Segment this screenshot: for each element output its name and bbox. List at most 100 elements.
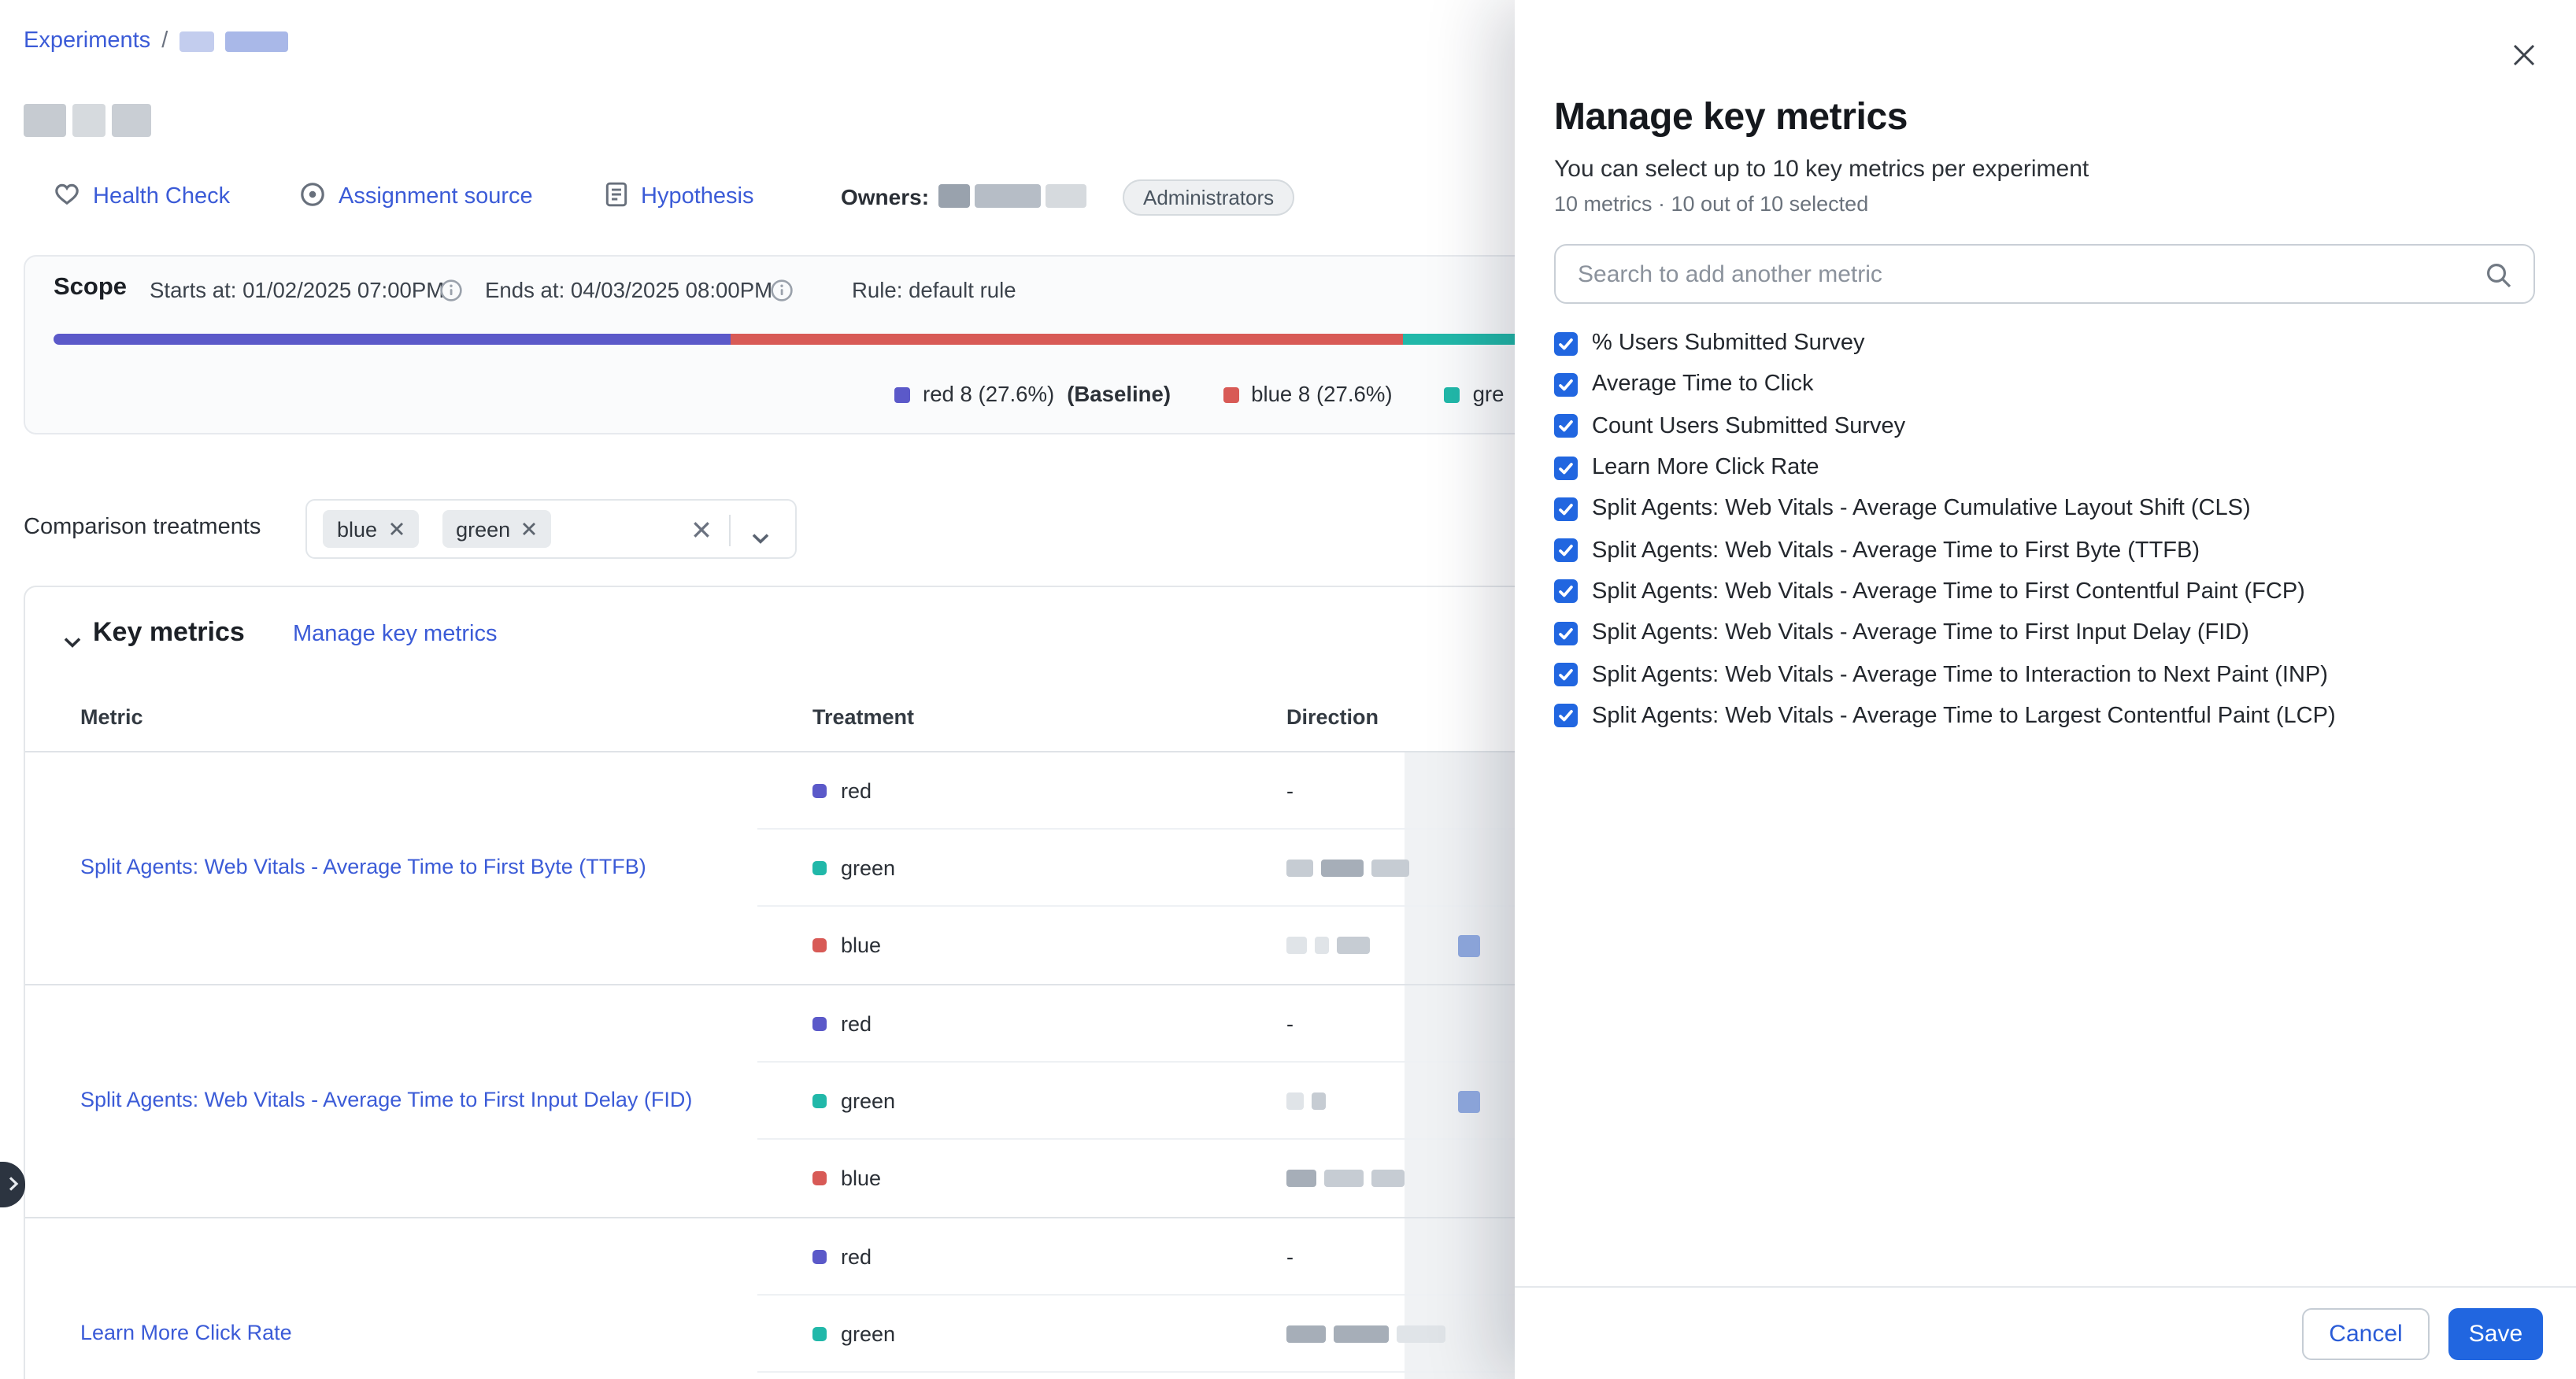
metric-option[interactable]: Split Agents: Web Vitals - Average Time … — [1554, 612, 2530, 654]
metric-option[interactable]: Split Agents: Web Vitals - Average Cumul… — [1554, 488, 2530, 530]
checkbox-checked-icon[interactable] — [1554, 704, 1578, 728]
close-icon[interactable] — [2510, 41, 2538, 69]
checkbox-checked-icon[interactable] — [1554, 663, 1578, 686]
treatment-color-dot — [812, 1326, 827, 1340]
legend-label: red 8 (27.6%) — [923, 383, 1054, 406]
metric-option-label: Split Agents: Web Vitals - Average Time … — [1592, 538, 2200, 563]
redacted-breadcrumb-text — [179, 31, 213, 51]
legend-item: blue 8 (27.6%) — [1223, 383, 1392, 406]
metric-checkbox-list: % Users Submitted Survey Average Time to… — [1554, 323, 2530, 737]
document-icon — [605, 180, 628, 213]
breadcrumb-experiments-link[interactable]: Experiments — [24, 28, 150, 54]
metric-option[interactable]: Count Users Submitted Survey — [1554, 405, 2530, 447]
metric-option-label: Average Time to Click — [1592, 372, 1814, 397]
key-metrics-title: Key metrics — [93, 617, 245, 649]
save-button[interactable]: Save — [2448, 1307, 2543, 1359]
bar-segment-red — [54, 334, 731, 345]
treatment-label: green — [841, 1089, 895, 1112]
checkbox-checked-icon[interactable] — [1554, 538, 1578, 562]
metric-option[interactable]: Split Agents: Web Vitals - Average Time … — [1554, 695, 2530, 737]
hypothesis-link[interactable]: Hypothesis — [605, 176, 753, 217]
drawer-subtitle: You can select up to 10 key metrics per … — [1554, 156, 2089, 183]
manage-key-metrics-link[interactable]: Manage key metrics — [293, 622, 498, 647]
select-divider — [729, 515, 731, 546]
checkbox-checked-icon[interactable] — [1554, 580, 1578, 604]
metrics-count-status: 10 metrics · 10 out of 10 selected — [1554, 192, 1868, 216]
treatment-label: green — [841, 856, 895, 879]
checkbox-checked-icon[interactable] — [1554, 414, 1578, 438]
metric-option-label: Split Agents: Web Vitals - Average Cumul… — [1592, 497, 2251, 522]
health-check-link[interactable]: Health Check — [54, 176, 230, 217]
legend-label: blue 8 (27.6%) — [1251, 383, 1392, 406]
scope-ends-at: Ends at: 04/03/2025 08:00PM — [485, 279, 772, 302]
redacted-page-title — [24, 104, 151, 137]
experiment-nav-row: Health Check Assignment source Hypothesi… — [0, 176, 1512, 217]
comparison-treatments-select[interactable]: blue green — [305, 499, 797, 559]
metric-option[interactable]: Split Agents: Web Vitals - Average Time … — [1554, 654, 2530, 696]
metric-option[interactable]: Split Agents: Web Vitals - Average Time … — [1554, 530, 2530, 571]
metric-link[interactable]: Learn More Click Rate — [80, 1319, 292, 1349]
hypothesis-label: Hypothesis — [641, 184, 753, 209]
assignment-source-link[interactable]: Assignment source — [299, 176, 533, 217]
checkbox-checked-icon[interactable] — [1554, 456, 1578, 479]
direction-value: - — [1286, 778, 1294, 802]
owners-label: Owners: — [841, 184, 929, 209]
clear-all-icon[interactable] — [691, 519, 712, 548]
metric-option-label: Learn More Click Rate — [1592, 455, 1819, 480]
collapse-chevron-icon[interactable] — [63, 628, 82, 656]
chip-remove-icon[interactable] — [521, 517, 537, 541]
legend-swatch — [1445, 386, 1460, 402]
sidebar-expand-tab[interactable] — [0, 1162, 25, 1207]
screen: Experiments / Health Check Assignment so… — [0, 0, 2576, 1379]
heart-icon — [54, 181, 80, 213]
chip-remove-icon[interactable] — [388, 517, 404, 541]
checkbox-checked-icon[interactable] — [1554, 497, 1578, 521]
info-icon[interactable] — [770, 279, 794, 302]
legend-item: gre — [1445, 383, 1505, 406]
metric-link[interactable]: Split Agents: Web Vitals - Average Time … — [80, 1086, 692, 1116]
treatment-label: red — [841, 778, 872, 802]
metric-option-label: Split Agents: Web Vitals - Average Time … — [1592, 620, 2249, 645]
treatment-color-dot — [812, 938, 827, 952]
metric-option[interactable]: Split Agents: Web Vitals - Average Time … — [1554, 571, 2530, 613]
info-icon[interactable] — [439, 279, 463, 302]
treatment-label: red — [841, 1011, 872, 1035]
treatment-color-dot — [812, 1093, 827, 1107]
legend-swatch — [1223, 386, 1238, 402]
treatment-color-dot — [812, 860, 827, 874]
breadcrumb: Experiments / — [24, 28, 287, 54]
treatment-color-dot — [812, 1171, 827, 1185]
checkbox-checked-icon[interactable] — [1554, 331, 1578, 355]
legend-swatch — [894, 386, 910, 402]
manage-key-metrics-drawer: Manage key metrics You can select up to … — [1515, 0, 2576, 1379]
metric-option-label: Split Agents: Web Vitals - Average Time … — [1592, 579, 2305, 604]
scope-title: Scope — [54, 274, 127, 302]
metric-search-box — [1554, 244, 2535, 304]
metric-option[interactable]: Learn More Click Rate — [1554, 447, 2530, 489]
metric-option[interactable]: % Users Submitted Survey — [1554, 323, 2530, 364]
treatment-label: blue — [841, 934, 881, 957]
legend-baseline-tag: (Baseline) — [1067, 383, 1171, 406]
bar-segment-blue — [731, 334, 1403, 345]
redacted-owner-name — [938, 184, 1086, 208]
metric-search-input[interactable] — [1556, 246, 2533, 302]
column-header-metric: Metric — [25, 704, 757, 728]
treatment-chip-blue[interactable]: blue — [323, 510, 418, 548]
search-icon — [2485, 261, 2513, 298]
assignment-source-label: Assignment source — [339, 184, 533, 209]
checkbox-checked-icon[interactable] — [1554, 621, 1578, 645]
drawer-title: Manage key metrics — [1554, 96, 1908, 140]
metric-option[interactable]: Average Time to Click — [1554, 364, 2530, 406]
treatment-chip-green[interactable]: green — [442, 510, 551, 548]
legend-label: gre — [1473, 383, 1505, 406]
drawer-footer: Cancel Save — [1515, 1286, 2576, 1379]
metric-link[interactable]: Split Agents: Web Vitals - Average Time … — [80, 853, 646, 883]
administrators-badge: Administrators — [1123, 179, 1294, 216]
checkbox-checked-icon[interactable] — [1554, 373, 1578, 397]
legend-item: red 8 (27.6%) (Baseline) — [894, 383, 1171, 406]
direction-value: - — [1286, 1011, 1294, 1035]
scope-starts-at: Starts at: 01/02/2025 07:00PM — [150, 279, 444, 302]
treatment-color-dot — [812, 1016, 827, 1030]
chevron-down-icon[interactable] — [751, 524, 770, 553]
cancel-button[interactable]: Cancel — [2302, 1307, 2430, 1359]
